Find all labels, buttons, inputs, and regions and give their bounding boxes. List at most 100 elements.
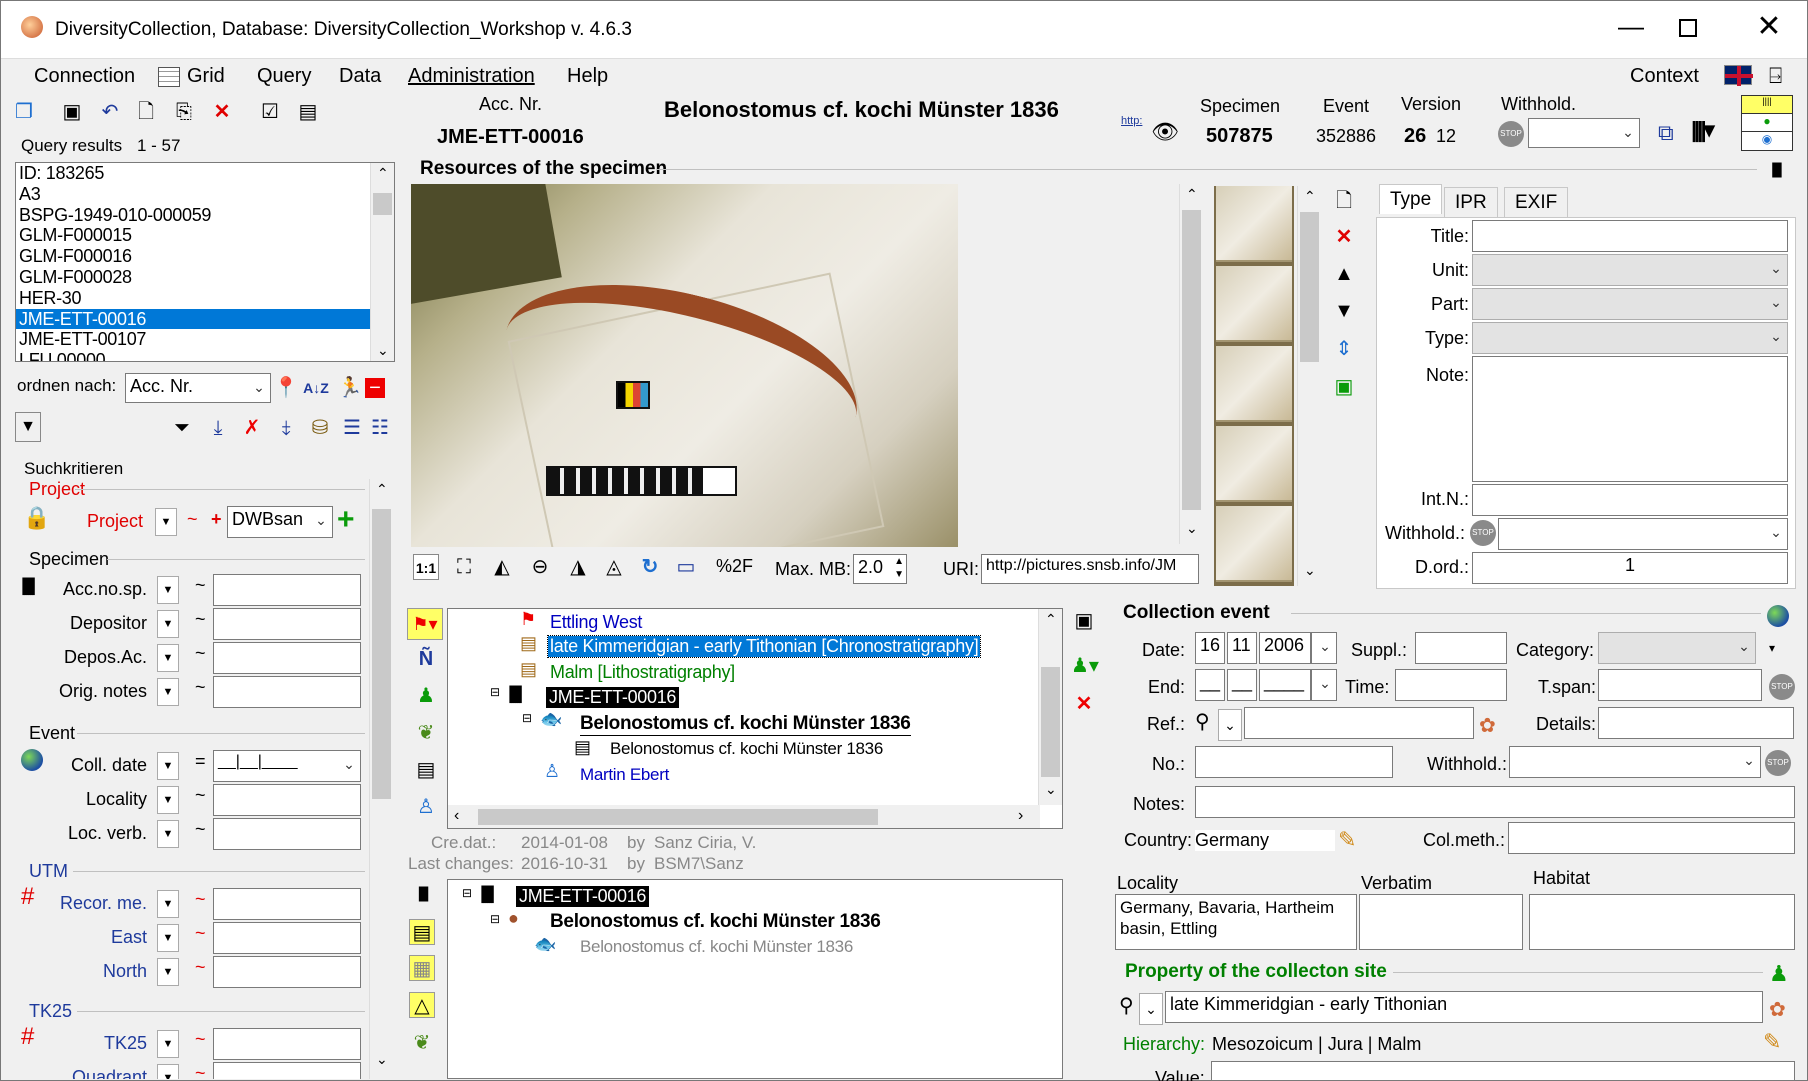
uk-flag-icon[interactable] (1724, 65, 1753, 86)
copy-icon[interactable]: ⎘ (171, 99, 197, 125)
refresh-icon[interactable]: ↻ (637, 554, 663, 580)
specimen-photo[interactable] (411, 184, 958, 547)
tree-node-collector[interactable]: Martin Ebert (580, 765, 669, 785)
query-result-item[interactable]: JME-ETT-00107 (16, 329, 394, 350)
north-operator-dropdown[interactable]: ▼ (157, 958, 179, 986)
thumbnail-image[interactable] (1216, 266, 1292, 342)
form-icon[interactable]: ▤ (295, 99, 321, 125)
query-result-item[interactable]: JME-ETT-00016 (16, 308, 394, 330)
north-icon[interactable]: Ñ (413, 646, 439, 672)
rotate-right-icon[interactable]: ◬ (601, 554, 627, 580)
no-input[interactable] (1195, 746, 1393, 778)
tspan-input[interactable] (1598, 669, 1762, 701)
transaction-icon[interactable]: ▦ (409, 955, 435, 981)
part-select[interactable]: ⌄ (1472, 288, 1788, 320)
tree-node-taxon[interactable]: Belonostomus cf. kochi Münster 1836 (580, 713, 911, 736)
menu-query[interactable]: Query (257, 65, 311, 88)
collector-icon[interactable]: ♙ (413, 794, 439, 820)
habitat-textarea[interactable] (1529, 894, 1795, 950)
date-day-input[interactable]: 16 (1195, 632, 1225, 664)
tree-collapse-icon[interactable]: ⊟ (462, 886, 472, 900)
specimen-tree[interactable]: ⚑ Ettling West ▤ late Kimmeridgian - ear… (447, 608, 1063, 829)
property-value-input[interactable]: late Kimmeridgian - early Tithonian (1165, 991, 1763, 1023)
pin-icon[interactable]: ⚲ (1195, 709, 1210, 734)
east-input[interactable] (213, 922, 361, 954)
date-month-input[interactable]: 11 (1227, 632, 1257, 664)
open-icon[interactable]: ❐ (11, 99, 37, 125)
fit-icon[interactable]: ⛶ (451, 554, 477, 580)
north-input[interactable] (213, 956, 361, 988)
maximize-icon[interactable] (1679, 19, 1697, 37)
rotate-left-icon[interactable]: ◮ (565, 554, 591, 580)
coll-date-operator-dropdown[interactable]: ▼ (157, 752, 179, 780)
tree2-node-part[interactable]: Belonostomus cf. kochi Münster 1836 (550, 911, 881, 933)
tree-collapse-icon[interactable]: ⊟ (522, 711, 532, 725)
flip-h-icon[interactable]: ◭ (489, 554, 515, 580)
tree-node-locality[interactable]: Ettling West (550, 612, 642, 633)
tab-exif[interactable]: EXIF (1504, 187, 1569, 217)
title-input[interactable] (1472, 220, 1788, 252)
query-result-item[interactable]: HER-30 (16, 288, 394, 309)
depositor-operator-dropdown[interactable]: ▼ (157, 610, 179, 638)
colmeth-input[interactable] (1508, 822, 1795, 854)
delete-node-icon[interactable]: ✕ (1071, 691, 1097, 717)
thumbnail-strip[interactable] (1214, 186, 1294, 586)
end-day-input[interactable]: __ (1195, 669, 1225, 701)
uri-input[interactable]: http://pictures.snsb.info/JM (981, 554, 1199, 584)
tk25-input[interactable] (213, 1028, 361, 1060)
link-icon[interactable]: ✿ (1769, 997, 1786, 1022)
tree-node-specimen[interactable]: JME-ETT-00016 (546, 687, 680, 708)
ce-withhold-select[interactable]: ⌄ (1509, 746, 1761, 778)
hierarchy-menu-icon[interactable]: ⚑▾ (407, 608, 443, 640)
thumbnail-image[interactable] (1216, 186, 1292, 262)
locality-textarea[interactable]: Germany, Bavaria, Hartheim basin, Ettlin… (1115, 894, 1357, 950)
pencil-icon[interactable]: ✎ (1338, 827, 1356, 853)
frame-icon[interactable]: ▭ (673, 554, 699, 580)
quadrant-operator-dropdown[interactable]: ▼ (157, 1064, 179, 1079)
filter-db-icon[interactable]: ⛁ (307, 415, 333, 441)
country-value[interactable]: Germany (1195, 830, 1335, 851)
sort-icon[interactable]: ⇕ (1331, 336, 1357, 362)
details-input[interactable] (1598, 707, 1794, 739)
tk25-operator-dropdown[interactable]: ▼ (157, 1030, 179, 1058)
menu-administration[interactable]: Administration (408, 65, 535, 88)
save-icon[interactable]: ▣ (59, 99, 85, 125)
label-icon[interactable]: ▤ (409, 919, 435, 945)
locality-input[interactable] (213, 784, 361, 816)
save-tree-icon[interactable]: ▣ (1071, 608, 1097, 634)
zoom-1-1-icon[interactable]: 1:1 (413, 554, 439, 580)
date-year-input[interactable]: 2006 (1259, 632, 1311, 664)
menu-context[interactable]: Context (1630, 65, 1699, 88)
filter-include-icon[interactable]: ⤈ (273, 415, 299, 441)
sort-az-icon[interactable]: A↓Z (303, 375, 329, 401)
globe-icon[interactable] (1767, 605, 1789, 627)
loc-verb-input[interactable] (213, 818, 361, 850)
tab-type[interactable]: Type (1379, 184, 1443, 214)
list-view-icon[interactable]: ☰ (339, 415, 365, 441)
flip-v-icon[interactable]: ⊖ (527, 554, 553, 580)
withhold-resource-select[interactable]: ⌄ (1498, 518, 1788, 550)
eye-icon[interactable]: 👁 (1151, 119, 1179, 145)
tree-vscrollbar[interactable]: ⌃ ⌄ (1038, 609, 1062, 805)
depos-ac-input[interactable] (213, 642, 361, 674)
query-result-item[interactable]: ID: 183265 (16, 163, 394, 184)
end-year-input[interactable]: ____ (1259, 669, 1311, 701)
type-select[interactable]: ⌄ (1472, 322, 1788, 354)
query-result-item[interactable]: GLM-F000015 (16, 225, 394, 246)
date-dropdown[interactable]: ⌄ (1311, 632, 1337, 664)
add-project-icon[interactable]: + (337, 503, 355, 537)
max-mb-spinner[interactable]: 2.0 ▲ ▼ (853, 554, 907, 584)
add-property-icon[interactable]: ♟ (1769, 961, 1789, 987)
new-resource-icon[interactable]: 🗋 (1331, 188, 1357, 214)
pencil-icon[interactable]: ✎ (1763, 1029, 1781, 1055)
delete-icon[interactable]: ✕ (209, 99, 235, 125)
filter-icon[interactable]: ⏷ (169, 415, 195, 441)
tree-collapse-icon[interactable]: ⊟ (490, 685, 500, 699)
thumbnail-image[interactable] (1216, 506, 1292, 582)
leaf-icon[interactable]: ❦ (413, 720, 439, 746)
recor-me-operator-dropdown[interactable]: ▼ (157, 890, 179, 918)
exit-icon[interactable]: ⍈ (1769, 63, 1782, 89)
pin-icon[interactable]: 📍 (273, 375, 299, 401)
withhold-select[interactable]: ⌄ (1528, 118, 1640, 148)
link-icon[interactable]: ✿ (1479, 713, 1496, 738)
